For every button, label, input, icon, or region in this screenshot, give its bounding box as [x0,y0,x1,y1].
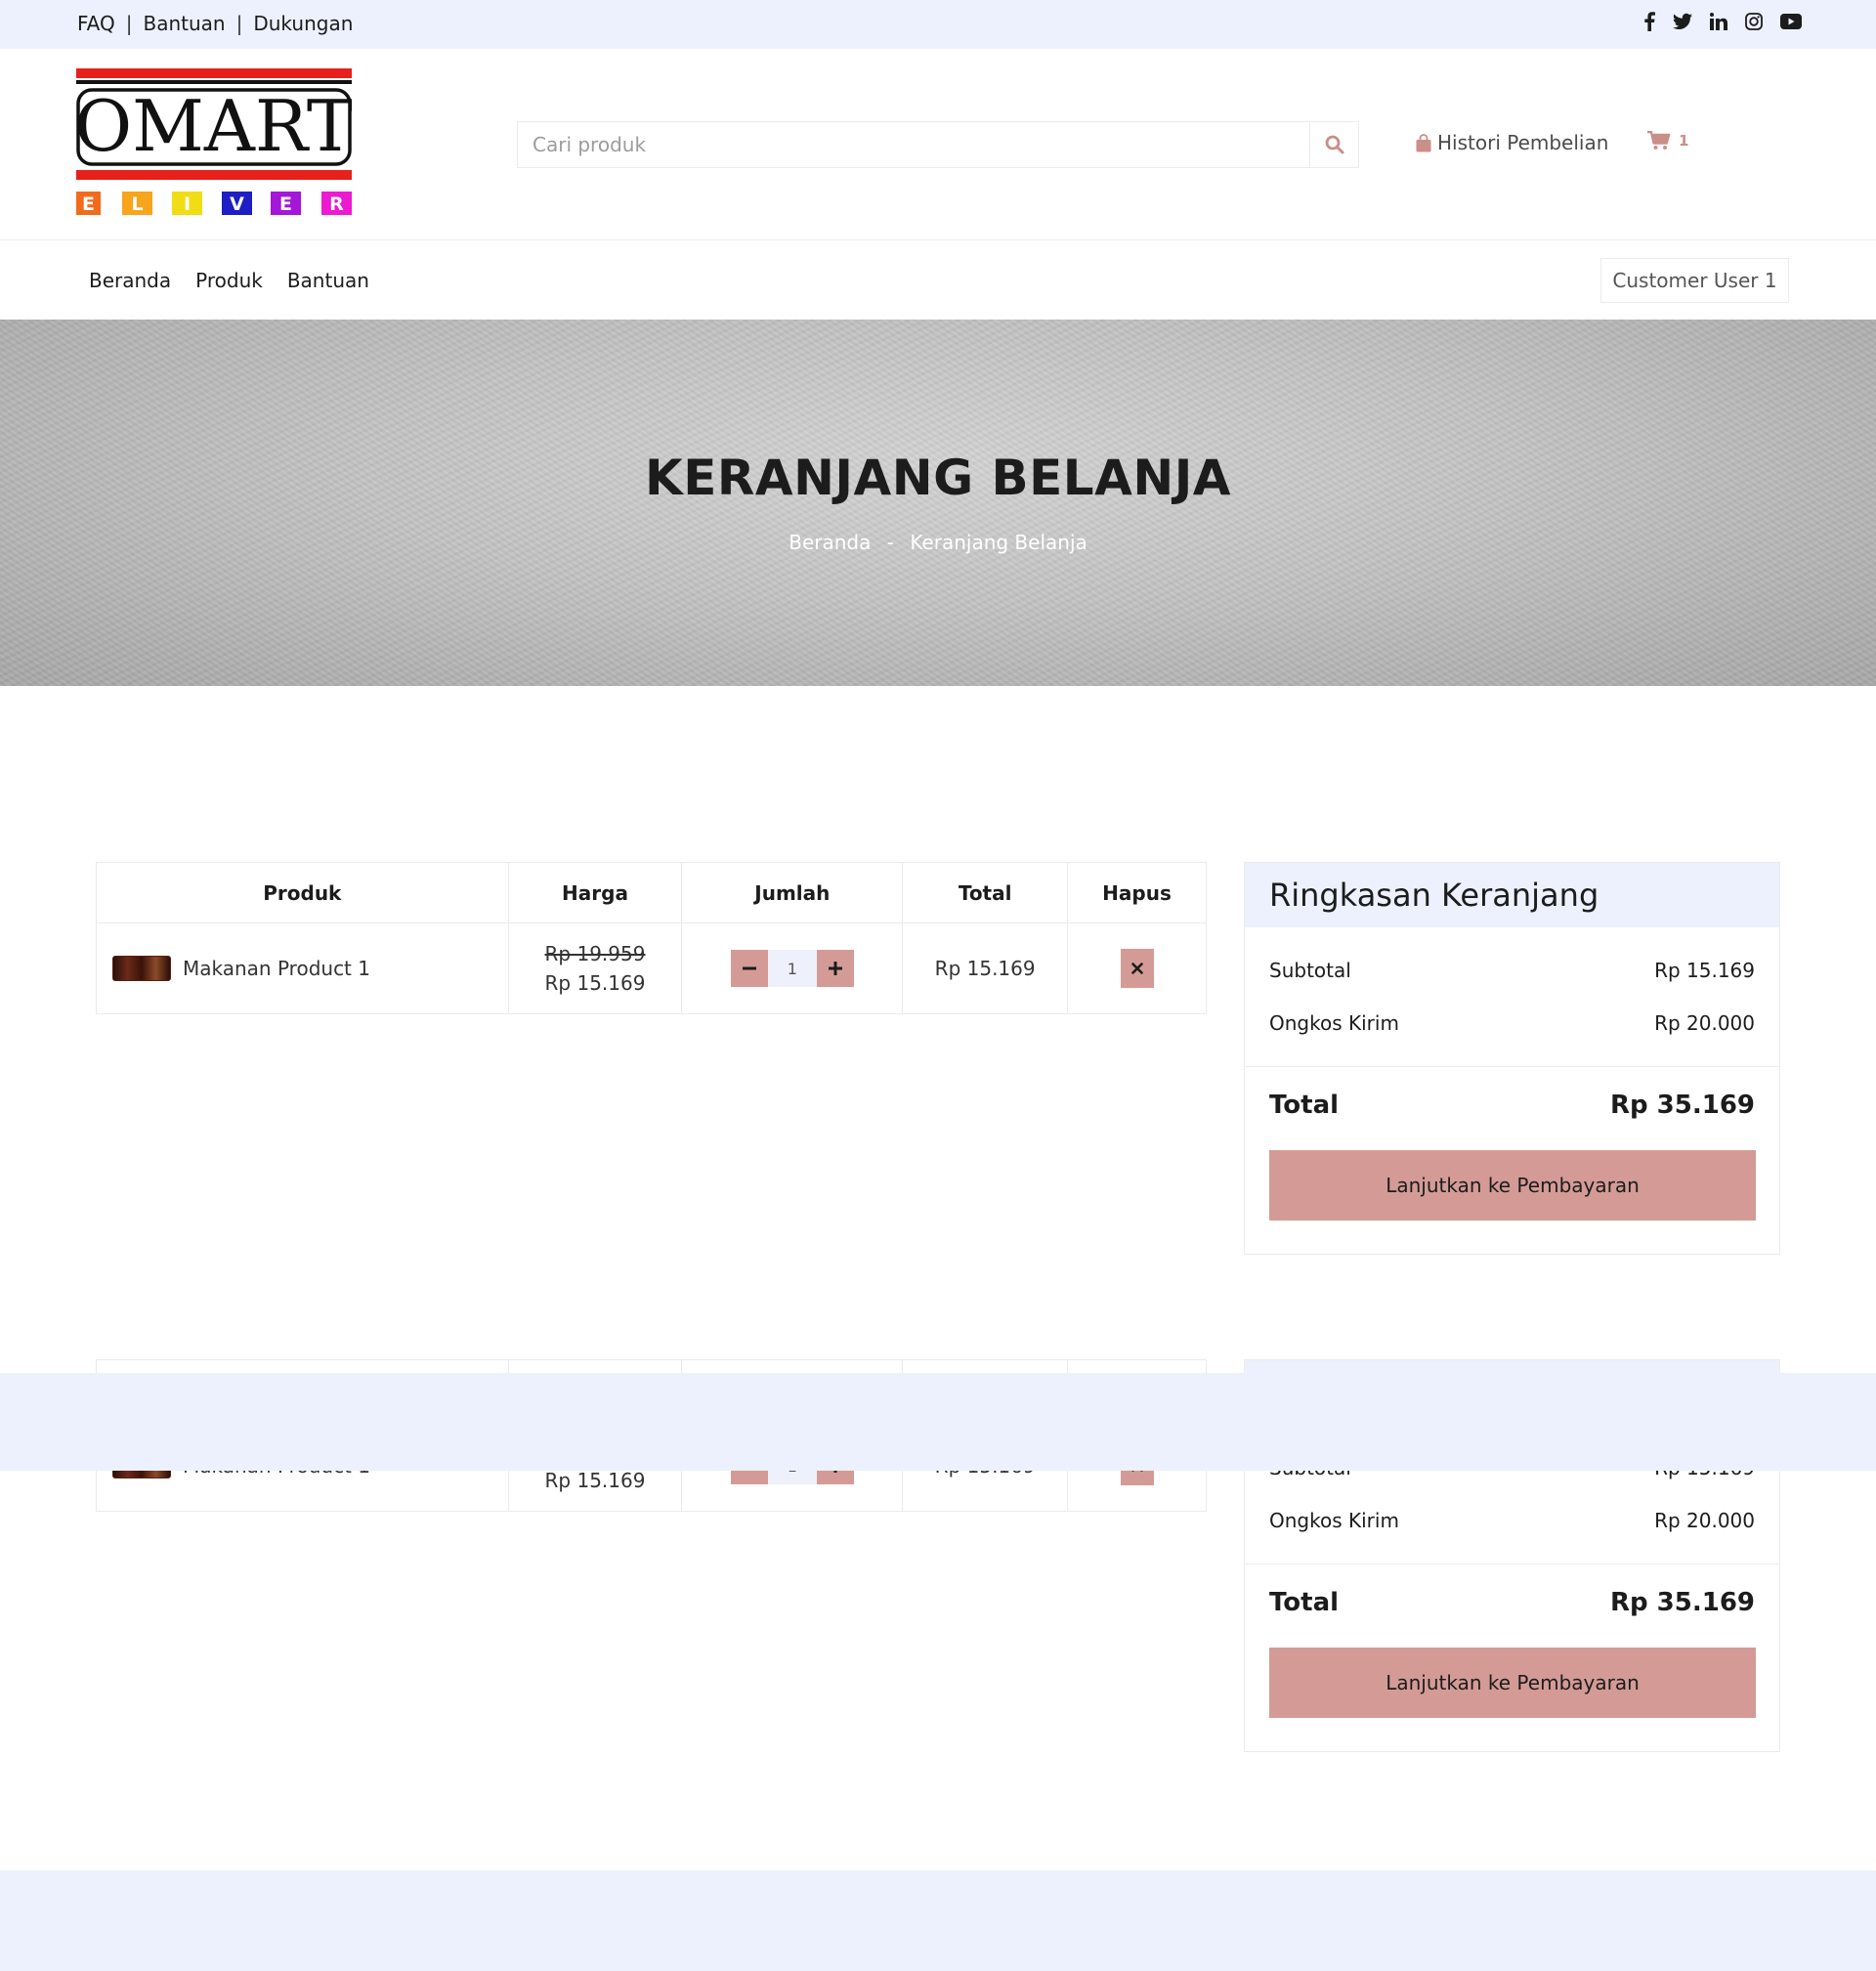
close-icon [1130,963,1143,974]
top-link-separator: | [125,12,133,35]
cart-table: Produk Harga Jumlah Total Hapus Makanan … [96,862,1207,1014]
increase-quantity-button[interactable] [816,950,854,987]
page-hero-banner: KERANJANG BELANJA Beranda - Keranjang Be… [0,320,1876,686]
user-menu-button[interactable]: Customer User 1 [1600,258,1789,303]
summary-divider [1245,1066,1779,1067]
shipping-label: Ongkos Kirim [1269,1509,1399,1532]
search-input[interactable] [518,122,1310,167]
original-price: Rp 19.959 [544,942,646,965]
logo-letter: R [329,193,344,215]
shipping-label: Ongkos Kirim [1269,1011,1399,1035]
cart-icon [1647,131,1671,150]
quantity-stepper: 1 [730,950,854,987]
breadcrumb-home[interactable]: Beranda [789,531,871,554]
linkedin-icon[interactable] [1710,13,1727,30]
total-label: Total [1269,1091,1340,1120]
logo-letter: L [131,193,143,215]
cart-table-header: Produk Harga Jumlah Total Hapus [96,862,1207,923]
shopping-bag-icon [1416,133,1431,151]
product-thumbnail[interactable] [112,956,171,981]
logo-letter: V [230,193,244,215]
breadcrumb-separator: - [886,531,894,554]
total-row: Total Rp 35.169 [1269,1091,1755,1120]
shipping-value: Rp 20.000 [1654,1509,1755,1532]
table-row: Makanan Product 1 Rp 19.959 Rp 15.169 1 [96,922,1207,1014]
omart-logo[interactable]: OMART E L I V E R [74,68,354,215]
top-link-separator: | [235,12,243,35]
purchase-history-link[interactable]: Histori Pembelian [1416,131,1608,154]
total-label: Total [1269,1588,1340,1617]
discounted-price: Rp 15.169 [544,971,646,995]
footer-band-bottom [0,1870,1876,1971]
logo-letter: E [279,193,292,215]
checkout-button[interactable]: Lanjutkan ke Pembayaran [1269,1648,1756,1718]
support-link[interactable]: Dukungan [253,12,353,35]
quantity-input[interactable]: 1 [767,950,817,987]
total-row: Total Rp 35.169 [1269,1588,1755,1617]
facebook-icon[interactable] [1643,12,1655,31]
cart-count-badge: 1 [1679,132,1689,150]
column-header-price: Harga [507,862,683,923]
search-icon [1325,135,1343,154]
cart-section: Produk Harga Jumlah Total Hapus Makanan … [0,862,1876,1360]
minus-icon [742,966,756,970]
page-title: KERANJANG BELANJA [644,450,1231,506]
decrease-quantity-button[interactable] [730,950,768,987]
help-link[interactable]: Bantuan [144,12,226,35]
nav-item-help[interactable]: Bantuan [287,269,369,292]
logo-letter: E [82,193,95,215]
site-header: OMART E L I V E R Histori Pembelian [0,49,1876,240]
logo-letter: I [184,193,191,215]
column-header-remove: Hapus [1067,862,1207,923]
subtotal-row: Subtotal Rp 15.169 [1269,959,1755,982]
breadcrumb: Beranda - Keranjang Belanja [0,531,1876,554]
subtotal-label: Subtotal [1269,959,1351,982]
instagram-icon[interactable] [1745,13,1763,30]
total-value: Rp 35.169 [1609,1091,1755,1120]
social-links [1643,12,1802,31]
top-bar: FAQ | Bantuan | Dukungan [0,0,1876,49]
shipping-value: Rp 20.000 [1654,1011,1755,1035]
twitter-icon[interactable] [1673,13,1692,30]
total-value: Rp 35.169 [1609,1588,1755,1617]
plus-icon [828,962,842,975]
footer-band-overlay [0,1373,1876,1471]
remove-item-button[interactable] [1120,949,1154,988]
youtube-icon[interactable] [1780,14,1802,29]
cart-link[interactable]: 1 [1647,131,1688,150]
product-name-link[interactable]: Makanan Product 1 [183,957,370,980]
cart-summary: Ringkasan Keranjang Subtotal Rp 15.169 O… [1244,862,1780,1255]
search-bar [517,121,1359,168]
checkout-button[interactable]: Lanjutkan ke Pembayaran [1269,1150,1756,1221]
main-nav: Beranda Produk Bantuan [0,241,1876,320]
nav-item-products[interactable]: Produk [195,269,263,292]
breadcrumb-current: Keranjang Belanja [910,531,1087,554]
shipping-row: Ongkos Kirim Rp 20.000 [1269,1011,1755,1035]
column-header-total: Total [902,862,1069,923]
column-header-product: Produk [96,862,509,923]
column-header-quantity: Jumlah [681,862,904,923]
shipping-row: Ongkos Kirim Rp 20.000 [1269,1509,1755,1532]
summary-title: Ringkasan Keranjang [1245,863,1779,927]
logo-wordmark: OMART [76,85,352,167]
search-button[interactable] [1309,122,1358,167]
purchase-history-label: Histori Pembelian [1437,131,1609,154]
subtotal-value: Rp 15.169 [1654,959,1755,982]
top-links: FAQ | Bantuan | Dukungan [77,12,353,35]
nav-item-home[interactable]: Beranda [89,269,171,292]
faq-link[interactable]: FAQ [77,12,115,35]
line-total: Rp 15.169 [902,922,1069,1014]
